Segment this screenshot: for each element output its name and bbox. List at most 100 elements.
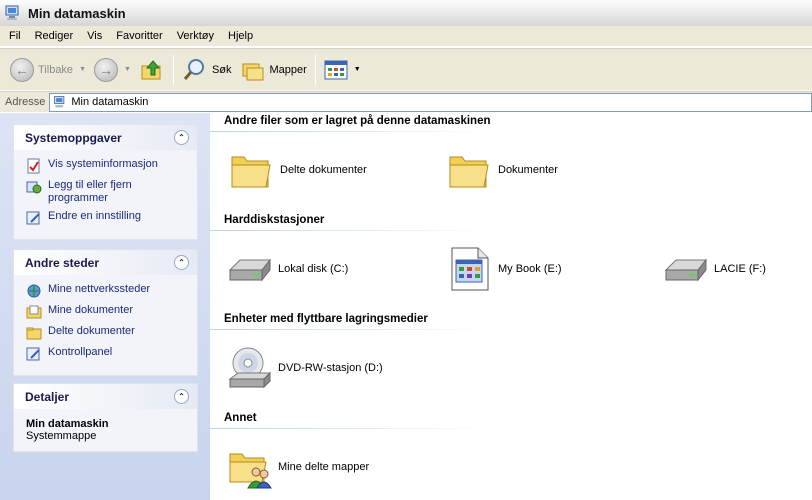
place-network[interactable]: Mine nettverkssteder xyxy=(26,283,191,299)
item-local-disk-c[interactable]: Lokal disk (C:) xyxy=(226,246,348,292)
content-area: Andre filer som er lagret på denne datam… xyxy=(210,113,812,500)
details-body: Min datamaskin Systemmappe xyxy=(14,409,197,451)
system-tasks-header[interactable]: Systemoppgaver ⌃ xyxy=(14,125,197,150)
title-bar: Min datamaskin xyxy=(0,0,812,26)
my-computer-icon xyxy=(5,5,19,20)
system-tasks-title: Systemoppgaver xyxy=(25,130,122,145)
system-tasks-body: Vis systeminformasjon Legg til eller fje… xyxy=(14,150,197,239)
forward-dropdown-icon[interactable]: ▼ xyxy=(124,66,131,73)
item-my-book-e[interactable]: My Book (E:) xyxy=(446,246,562,292)
address-field[interactable]: Min datamaskin xyxy=(49,92,812,112)
group-header-removable: Enheter med flyttbare lagringsmedier xyxy=(224,313,428,325)
group-header-drives: Harddiskstasjoner xyxy=(224,214,325,226)
item-shared-documents[interactable]: Delte dokumenter xyxy=(228,147,367,193)
group-divider xyxy=(210,329,490,330)
address-label: Adresse xyxy=(5,96,46,108)
back-dropdown-icon[interactable]: ▼ xyxy=(79,66,86,73)
up-button[interactable] xyxy=(135,52,169,88)
item-label: LACIE (F:) xyxy=(714,263,766,275)
back-button[interactable]: ← Tilbake ▼ xyxy=(6,52,90,88)
address-bar: Adresse Min datamaskin xyxy=(0,91,812,112)
group-divider xyxy=(210,428,490,429)
item-dvd-rw-d[interactable]: DVD-RW-stasjon (D:) xyxy=(226,345,383,391)
item-lacie-f[interactable]: LACIE (F:) xyxy=(662,246,766,292)
back-label: Tilbake xyxy=(38,63,74,76)
dvd-drive-icon xyxy=(228,347,272,389)
menu-verktoy[interactable]: Verktøy xyxy=(170,30,221,42)
place-shared-documents[interactable]: Delte dokumenter xyxy=(26,325,191,341)
toolbar: ← Tilbake ▼ → ▼ Søk Mapper ▼ xyxy=(0,48,812,90)
place-label: Mine dokumenter xyxy=(48,304,133,316)
place-label: Delte dokumenter xyxy=(48,325,135,337)
other-places-title: Andre steder xyxy=(25,255,100,270)
menu-vis[interactable]: Vis xyxy=(80,30,109,42)
folders-button[interactable]: Mapper xyxy=(236,52,311,88)
address-value: Min datamaskin xyxy=(71,96,149,108)
place-label: Kontrollpanel xyxy=(48,346,113,358)
toolbar-separator xyxy=(314,54,316,85)
add-remove-programs-icon xyxy=(26,181,42,194)
menu-rediger[interactable]: Rediger xyxy=(28,30,81,42)
item-my-shared-folders[interactable]: Mine delte mapper xyxy=(226,444,369,490)
window-title: Min datamaskin xyxy=(28,5,126,21)
folder-up-icon xyxy=(141,59,161,79)
task-change-setting[interactable]: Endre en innstilling xyxy=(26,210,191,226)
group-header-other: Annet xyxy=(224,412,257,424)
collapse-chevron-icon[interactable]: ⌃ xyxy=(174,255,189,270)
system-info-icon xyxy=(27,158,40,174)
group-divider xyxy=(210,131,490,132)
group-divider xyxy=(210,230,490,231)
forward-button[interactable]: → ▼ xyxy=(90,52,135,88)
folder-icon xyxy=(26,327,42,340)
menu-bar: Fil Rediger Vis Favoritter Verktøy Hjelp xyxy=(0,26,812,47)
menu-favoritter[interactable]: Favoritter xyxy=(109,30,169,42)
item-label: DVD-RW-stasjon (D:) xyxy=(278,362,383,374)
item-label: My Book (E:) xyxy=(498,263,562,275)
folders-icon xyxy=(242,63,263,80)
hard-drive-icon xyxy=(664,258,708,282)
task-label: Endre en innstilling xyxy=(48,210,141,222)
place-label: Mine nettverkssteder xyxy=(48,283,151,295)
my-documents-icon xyxy=(26,305,42,319)
item-label: Lokal disk (C:) xyxy=(278,263,349,275)
item-label: Dokumenter xyxy=(498,164,558,176)
task-view-system-info[interactable]: Vis systeminformasjon xyxy=(26,158,191,174)
folders-label: Mapper xyxy=(269,63,307,76)
folder-icon xyxy=(231,156,271,188)
place-control-panel[interactable]: Kontrollpanel xyxy=(26,346,191,362)
details-header[interactable]: Detaljer ⌃ xyxy=(14,384,197,409)
views-dropdown-icon[interactable]: ▼ xyxy=(354,66,361,73)
other-places-panel: Andre steder ⌃ Mine nettverkssteder Mine… xyxy=(13,249,198,376)
details-type: Systemmappe xyxy=(26,430,97,442)
other-places-header[interactable]: Andre steder ⌃ xyxy=(14,250,197,275)
collapse-chevron-icon[interactable]: ⌃ xyxy=(174,130,189,145)
task-label: Vis systeminformasjon xyxy=(48,158,158,170)
control-panel-setting-icon xyxy=(26,211,40,225)
back-arrow-icon: ← xyxy=(10,57,34,82)
place-my-documents[interactable]: Mine dokumenter xyxy=(26,304,191,320)
task-pane: Systemoppgaver ⌃ Vis systeminformasjon L… xyxy=(0,113,210,500)
system-tasks-panel: Systemoppgaver ⌃ Vis systeminformasjon L… xyxy=(13,124,198,240)
views-icon xyxy=(324,60,348,79)
task-add-remove-programs[interactable]: Legg til eller fjern programmer xyxy=(26,179,191,205)
item-label: Delte dokumenter xyxy=(280,164,367,176)
menu-fil[interactable]: Fil xyxy=(2,30,28,42)
toolbar-separator xyxy=(172,54,174,85)
search-label: Søk xyxy=(211,63,232,76)
details-panel: Detaljer ⌃ Min datamaskin Systemmappe xyxy=(13,383,198,452)
document-file-icon xyxy=(451,247,489,291)
views-button[interactable]: ▼ xyxy=(320,52,365,88)
my-computer-icon xyxy=(54,96,65,108)
forward-arrow-icon: → xyxy=(94,57,118,82)
other-places-body: Mine nettverkssteder Mine dokumenter Del… xyxy=(14,275,197,375)
folder-icon xyxy=(449,156,489,188)
details-title: Detaljer xyxy=(25,389,70,404)
search-button[interactable]: Søk xyxy=(178,52,236,88)
control-panel-icon xyxy=(26,347,40,361)
search-icon xyxy=(183,58,204,80)
item-documents[interactable]: Dokumenter xyxy=(446,147,558,193)
collapse-chevron-icon[interactable]: ⌃ xyxy=(174,389,189,404)
menu-hjelp[interactable]: Hjelp xyxy=(221,30,260,42)
group-header-files: Andre filer som er lagret på denne datam… xyxy=(224,115,491,127)
network-places-icon xyxy=(27,284,41,298)
